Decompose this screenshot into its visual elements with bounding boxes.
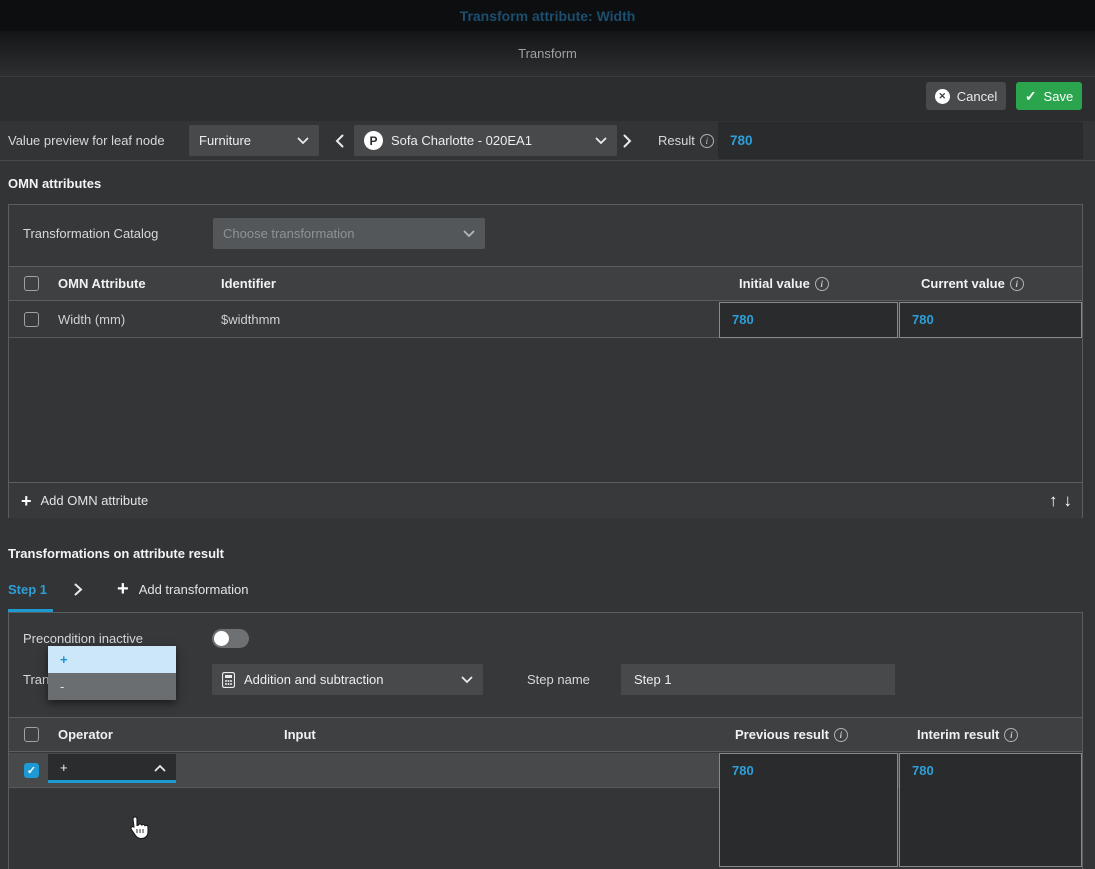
step-name-input[interactable] [621, 664, 895, 695]
backdrop-title: Transform attribute: Width [460, 8, 636, 24]
modal-titlebar: Transform [0, 31, 1095, 77]
omn-table-row: Width (mm) $widthmm 780 780 [9, 302, 1082, 338]
operator-option-plus[interactable]: + [48, 646, 176, 673]
chevron-down-icon [595, 133, 607, 148]
value-preview-label: Value preview for leaf node [8, 133, 165, 148]
step-tabbar: Step 1 + Add transformation [0, 575, 1095, 612]
next-product-button[interactable] [618, 125, 636, 156]
chevron-down-icon [461, 672, 473, 687]
chevron-down-icon [297, 133, 309, 148]
result-value-field: 780 [718, 122, 1083, 159]
add-omn-attribute-button[interactable]: + Add OMN attribute [9, 492, 148, 510]
add-omn-attribute-label: Add OMN attribute [41, 493, 149, 508]
save-label: Save [1044, 89, 1074, 104]
add-transformation-button[interactable]: + Add transformation [117, 579, 249, 599]
info-icon: i [834, 728, 848, 742]
chevron-right-icon[interactable] [74, 583, 83, 599]
info-icon: i [700, 134, 714, 148]
precondition-toggle[interactable] [212, 629, 249, 648]
result-label: Result i [658, 133, 714, 148]
step-header-interim: Interim result i [917, 718, 1018, 751]
cursor-pointer [128, 816, 149, 843]
cancel-x-icon: ✕ [935, 89, 950, 104]
info-icon: i [1010, 277, 1024, 291]
step-name-label: Step name [527, 672, 590, 687]
cancel-button[interactable]: ✕ Cancel [926, 82, 1006, 110]
move-down-button[interactable]: ↓ [1064, 492, 1073, 509]
step-table-header: Operator Input Previous result i Interim… [9, 717, 1082, 752]
chevron-down-icon [463, 226, 475, 241]
step-header-input: Input [284, 718, 316, 751]
omn-table-empty-area [9, 339, 1082, 482]
omn-header-identifier: Identifier [221, 267, 276, 300]
omn-select-all-checkbox[interactable] [24, 276, 39, 291]
previous-product-button[interactable] [330, 125, 348, 156]
precondition-label: Precondition inactive [23, 631, 143, 646]
omn-row-checkbox[interactable] [24, 312, 39, 327]
modal-title: Transform [518, 46, 577, 61]
step-select-all-checkbox[interactable] [24, 727, 39, 742]
cancel-label: Cancel [957, 89, 997, 104]
product-value: Sofa Charlotte - 020EA1 [391, 133, 532, 148]
step-catalog-select[interactable]: Addition and subtraction [212, 664, 483, 695]
tab-step-1[interactable]: Step 1 [8, 582, 47, 597]
operator-select[interactable]: + [48, 754, 176, 783]
omn-catalog-placeholder: Choose transformation [223, 226, 355, 241]
step-header-previous: Previous result i [735, 718, 848, 751]
operator-option-minus[interactable]: - [48, 673, 176, 700]
toggle-knob [214, 631, 229, 646]
omn-catalog-select[interactable]: Choose transformation [213, 218, 485, 249]
result-value: 780 [730, 133, 753, 148]
omn-header-current: Current value i [921, 267, 1024, 300]
category-value: Furniture [199, 133, 251, 148]
save-button[interactable]: ✓ Save [1016, 82, 1082, 110]
operator-dropdown-menu: + - [48, 646, 176, 700]
plus-icon: + [21, 492, 32, 510]
omn-panel: Transformation Catalog Choose transforma… [8, 204, 1083, 518]
step-row-interim-value: 780 [899, 753, 1082, 867]
omn-row-current-value: 780 [899, 302, 1082, 338]
omn-header-initial: Initial value i [739, 267, 829, 300]
product-select[interactable]: P Sofa Charlotte - 020EA1 [354, 125, 617, 156]
omn-section-heading: OMN attributes [8, 176, 101, 191]
category-select[interactable]: Furniture [189, 125, 319, 156]
product-badge-icon: P [364, 131, 383, 150]
omn-table-header: OMN Attribute Identifier Initial value i… [9, 266, 1082, 301]
chevron-up-icon [154, 760, 166, 775]
step-row-previous-value: 780 [719, 753, 898, 867]
save-check-icon: ✓ [1025, 88, 1037, 105]
step-panel: Precondition inactive Transformation Cat… [8, 612, 1083, 869]
plus-icon: + [117, 579, 129, 599]
move-up-button[interactable]: ↑ [1049, 492, 1058, 509]
omn-table-footer: + Add OMN attribute ↑ ↓ [9, 482, 1082, 518]
add-transformation-label: Add transformation [139, 582, 249, 597]
omn-row-attribute: Width (mm) [58, 312, 125, 327]
omn-catalog-label: Transformation Catalog [23, 226, 158, 241]
transform-section-heading: Transformations on attribute result [8, 546, 224, 561]
divider [0, 160, 1095, 161]
omn-row-initial-value: 780 [719, 302, 898, 338]
step-row-checkbox[interactable]: ✓ [24, 763, 39, 778]
omn-row-identifier: $widthmm [221, 312, 280, 327]
operator-value: + [60, 760, 68, 775]
info-icon: i [815, 277, 829, 291]
backdrop-titlebar: Transform attribute: Width [0, 0, 1095, 31]
step-header-operator: Operator [58, 718, 113, 751]
calculator-icon [222, 672, 235, 688]
step-catalog-value: Addition and subtraction [244, 672, 383, 687]
transform-dialog: Transform attribute: Width Transform ✕ C… [0, 0, 1095, 869]
omn-header-attribute: OMN Attribute [58, 267, 146, 300]
info-icon: i [1004, 728, 1018, 742]
